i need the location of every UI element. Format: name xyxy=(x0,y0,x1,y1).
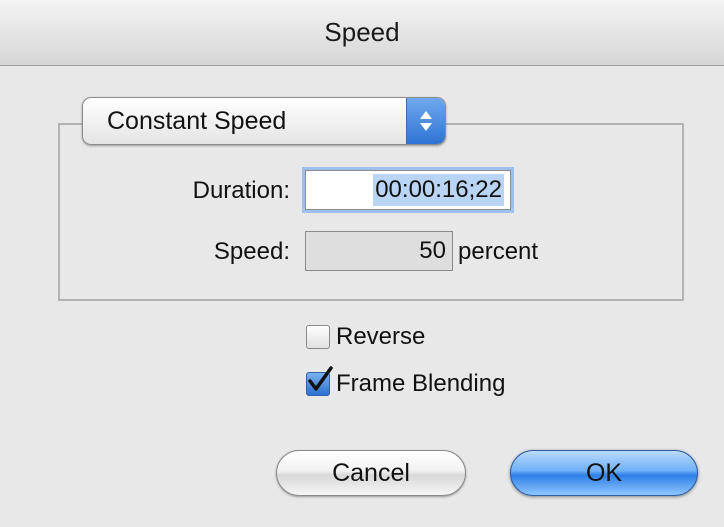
ok-button[interactable]: OK xyxy=(510,450,698,496)
frame-blending-checkbox[interactable] xyxy=(306,366,333,396)
frame-blending-checkbox-row[interactable]: Frame Blending xyxy=(306,366,506,398)
duration-label: Duration: xyxy=(192,177,290,204)
frame-blending-label: Frame Blending xyxy=(336,370,506,397)
checkmark-icon xyxy=(308,366,333,391)
speed-field[interactable]: 50 xyxy=(305,231,453,271)
reverse-checkbox[interactable] xyxy=(306,325,330,349)
speed-value: 50 xyxy=(419,237,446,264)
reverse-checkbox-row[interactable]: Reverse xyxy=(306,323,425,351)
ok-button-label: OK xyxy=(585,458,623,487)
speed-settings-group xyxy=(58,123,684,301)
title-bar[interactable]: Speed xyxy=(0,0,724,66)
speed-mode-selected: Constant Speed xyxy=(107,106,287,135)
speed-unit-label: percent xyxy=(458,238,539,265)
cancel-button-label: Cancel xyxy=(332,458,410,487)
reverse-label: Reverse xyxy=(336,323,426,350)
speed-mode-popup[interactable]: Constant Speed xyxy=(82,97,446,145)
duration-value: 00:00:16;22 xyxy=(373,174,504,206)
speed-dialog: Speed Constant Speed Duration: 00:00:16;… xyxy=(0,0,724,527)
speed-label: Speed: xyxy=(213,238,290,265)
window-title: Speed xyxy=(324,17,400,47)
duration-field[interactable]: 00:00:16;22 xyxy=(305,170,511,210)
cancel-button[interactable]: Cancel xyxy=(276,450,466,496)
up-down-arrows-icon xyxy=(406,98,445,144)
